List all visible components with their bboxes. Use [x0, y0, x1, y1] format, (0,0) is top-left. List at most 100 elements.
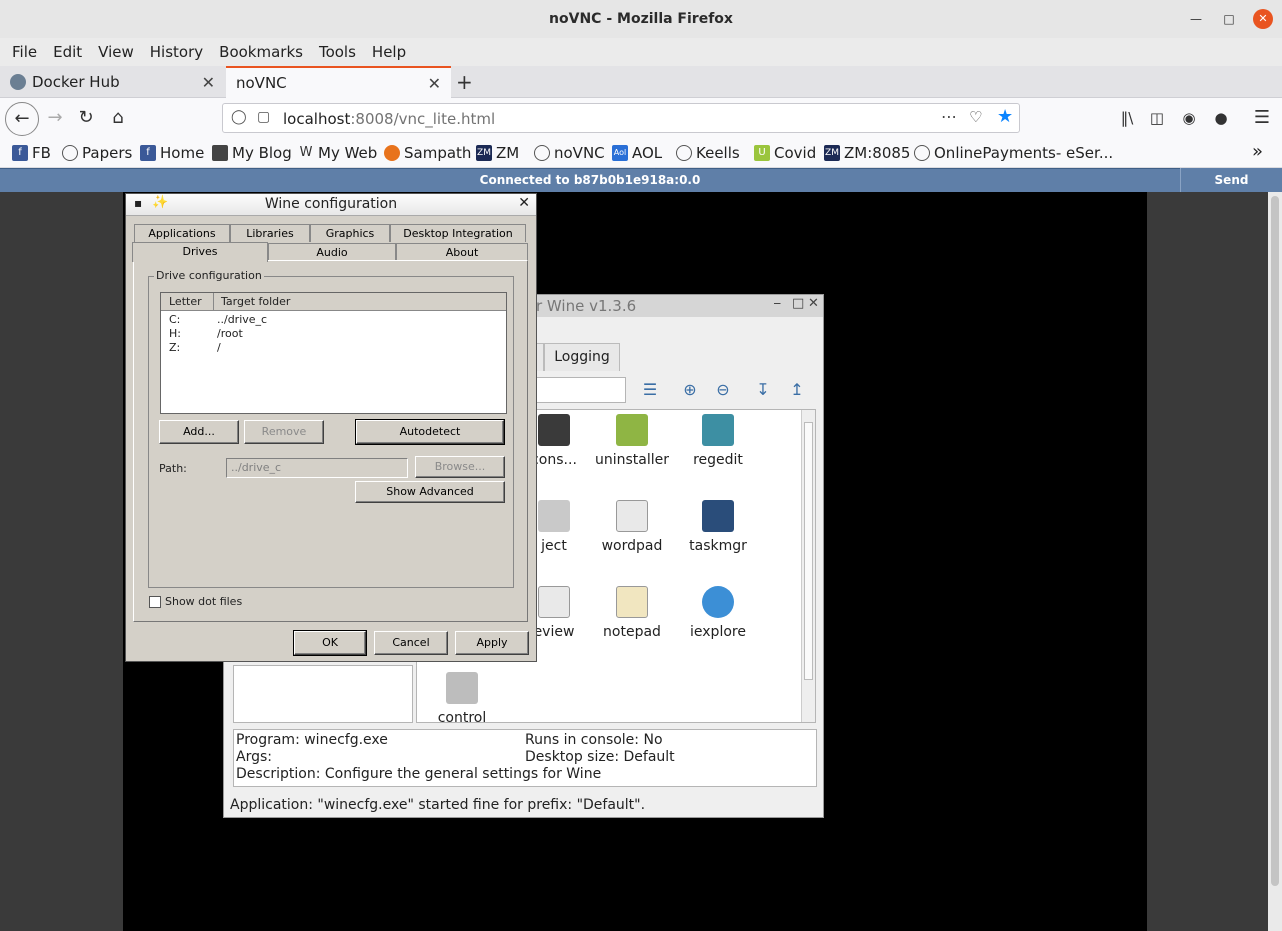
- bookmark-novnc[interactable]: noVNC: [534, 144, 605, 162]
- sidebar-icon[interactable]: ◫: [1144, 106, 1170, 130]
- new-tab-icon[interactable]: +: [456, 70, 473, 94]
- window-title: noVNC - Mozilla Firefox: [549, 11, 733, 27]
- prefix-list[interactable]: [233, 665, 413, 723]
- column-target-folder[interactable]: Target folder: [221, 295, 290, 308]
- library-icon[interactable]: ‖\: [1114, 106, 1140, 130]
- bookmark-zm-8085[interactable]: ZM ZM:8085: [824, 144, 910, 162]
- program-info-box: Program: winecfg.exe Runs in console: No…: [233, 729, 817, 787]
- tab-novnc[interactable]: noVNC ✕: [226, 66, 451, 98]
- autodetect-button[interactable]: Autodetect: [355, 419, 505, 445]
- close-icon[interactable]: ✕: [518, 195, 530, 211]
- tab-graphics[interactable]: Graphics: [310, 224, 390, 242]
- bookmark-sampath[interactable]: Sampath: [384, 144, 471, 162]
- hamburger-menu-icon[interactable]: ☰: [1249, 106, 1275, 130]
- bookmark-home[interactable]: f Home: [140, 144, 204, 162]
- dialog-titlebar[interactable]: ▪ ✨ Wine configuration ✕: [126, 194, 536, 216]
- close-tab-icon[interactable]: ✕: [202, 73, 215, 92]
- drive-row[interactable]: Z: /: [161, 341, 506, 355]
- send-ctrl-alt-del-button[interactable]: Send CtrlAltDel: [1180, 168, 1282, 211]
- menu-view[interactable]: View: [90, 43, 142, 61]
- program-control[interactable]: control: [417, 672, 507, 726]
- drive-list[interactable]: Letter Target folder C: ../drive_c H: /roo…: [160, 292, 507, 414]
- program-wordpad[interactable]: wordpad: [587, 500, 677, 554]
- tab-docker-hub[interactable]: Docker Hub ✕: [0, 66, 225, 98]
- tab-libraries[interactable]: Libraries: [230, 224, 310, 242]
- program-notepad[interactable]: notepad: [587, 586, 677, 640]
- home-icon[interactable]: ⌂: [105, 106, 131, 130]
- wine-configuration-dialog[interactable]: ▪ ✨ Wine configuration ✕ Applications Li…: [125, 193, 537, 662]
- menu-tools[interactable]: Tools: [311, 43, 364, 61]
- program-uninstaller[interactable]: uninstaller: [587, 414, 677, 468]
- tab-about[interactable]: About: [396, 243, 528, 261]
- wordpress-icon: W: [299, 145, 313, 160]
- remove-drive-button[interactable]: Remove: [244, 420, 324, 444]
- menu-file[interactable]: File: [4, 43, 45, 61]
- drive-target: /root: [217, 327, 243, 340]
- bookmark-aol[interactable]: Aol AOL: [612, 144, 662, 162]
- menu-help[interactable]: Help: [364, 43, 414, 61]
- bookmark-fb[interactable]: f FB: [12, 144, 51, 162]
- minimize-icon[interactable]: ⎯: [774, 296, 781, 311]
- bookmark-online-payments[interactable]: OnlinePayments- eSer...: [914, 144, 1113, 162]
- bookmark-keells[interactable]: Keells: [676, 144, 740, 162]
- scrollbar-thumb[interactable]: [804, 422, 813, 680]
- close-icon[interactable]: ✕: [808, 296, 819, 311]
- reload-icon[interactable]: ↻: [73, 106, 99, 130]
- shield-icon[interactable]: ◯: [231, 109, 247, 125]
- maximize-icon[interactable]: □: [792, 296, 804, 311]
- bookmark-covid[interactable]: U Covid: [754, 144, 816, 162]
- ok-button[interactable]: OK: [293, 630, 367, 656]
- sort-up-icon[interactable]: ↥: [786, 379, 808, 401]
- menu-edit[interactable]: Edit: [45, 43, 90, 61]
- tab-audio[interactable]: Audio: [268, 243, 396, 261]
- bookmark-my-web[interactable]: W My Web: [298, 144, 378, 162]
- bookmark-zm[interactable]: ZM ZM: [476, 144, 519, 162]
- close-window-icon[interactable]: ✕: [1253, 9, 1273, 29]
- back-icon[interactable]: ←: [5, 102, 39, 136]
- path-field[interactable]: ../drive_c: [226, 458, 408, 478]
- program-regedit[interactable]: regedit: [673, 414, 763, 468]
- url-text[interactable]: localhost:8008/vnc_lite.html: [283, 110, 495, 128]
- runs-in-console: Runs in console: No: [525, 732, 663, 748]
- column-letter[interactable]: Letter: [169, 295, 202, 308]
- bookmark-star-icon[interactable]: ★: [997, 106, 1013, 127]
- forward-icon[interactable]: →: [42, 106, 68, 130]
- page-scrollbar[interactable]: [1268, 192, 1282, 931]
- drive-row[interactable]: H: /root: [161, 327, 506, 341]
- extension-icon[interactable]: ●: [1208, 106, 1234, 130]
- tab-applications[interactable]: Applications: [134, 224, 230, 242]
- pocket-icon[interactable]: ♡: [969, 108, 982, 126]
- tab-drives[interactable]: Drives: [132, 242, 268, 262]
- menu-history[interactable]: History: [142, 43, 211, 61]
- minimize-icon[interactable]: —: [1186, 9, 1206, 29]
- show-advanced-button[interactable]: Show Advanced: [355, 481, 505, 503]
- search-input[interactable]: [534, 377, 626, 403]
- account-icon[interactable]: ◉: [1176, 106, 1202, 130]
- add-drive-button[interactable]: Add...: [159, 420, 239, 444]
- scrollbar-thumb[interactable]: [1271, 196, 1279, 886]
- sort-down-icon[interactable]: ↧: [752, 379, 774, 401]
- zoom-in-icon[interactable]: ⊕: [679, 379, 701, 401]
- zoom-out-icon[interactable]: ⊖: [712, 379, 734, 401]
- browse-button[interactable]: Browse...: [415, 456, 505, 478]
- page-info-icon[interactable]: ▢: [257, 109, 270, 125]
- tab-desktop-integration[interactable]: Desktop Integration: [390, 224, 526, 242]
- close-tab-icon[interactable]: ✕: [428, 74, 441, 93]
- more-actions-icon[interactable]: ⋯: [941, 107, 957, 126]
- bookmark-papers[interactable]: Papers: [62, 144, 132, 162]
- program-taskmgr[interactable]: taskmgr: [673, 500, 763, 554]
- details-view-icon[interactable]: ☰: [639, 379, 661, 401]
- tab-logging[interactable]: Logging: [544, 343, 620, 371]
- maximize-icon[interactable]: □: [1219, 9, 1239, 29]
- bookmark-label: Covid: [774, 144, 817, 162]
- bookmarks-overflow-icon[interactable]: »: [1252, 141, 1263, 162]
- cancel-button[interactable]: Cancel: [374, 631, 448, 655]
- apply-button[interactable]: Apply: [455, 631, 529, 655]
- url-bar[interactable]: ◯ ▢ localhost:8008/vnc_lite.html ⋯ ♡ ★: [222, 103, 1020, 133]
- bookmark-my-blog[interactable]: My Blog: [212, 144, 292, 162]
- program-list-scrollbar[interactable]: [801, 410, 815, 722]
- drive-row[interactable]: C: ../drive_c: [161, 313, 506, 327]
- show-dot-files-checkbox[interactable]: [149, 596, 161, 608]
- menu-bookmarks[interactable]: Bookmarks: [211, 43, 311, 61]
- program-iexplore[interactable]: iexplore: [673, 586, 763, 640]
